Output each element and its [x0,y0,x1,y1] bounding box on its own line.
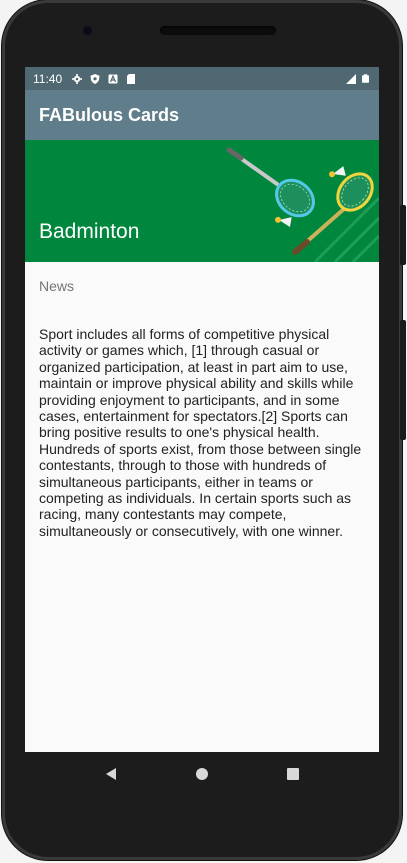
badminton-rackets-illustration [226,147,379,262]
card-content: News Sport includes all forms of competi… [25,262,379,539]
app-title: FABulous Cards [39,104,180,125]
front-camera [82,25,93,36]
home-icon [195,768,208,780]
article-body: Sport includes all forms of competitive … [39,326,362,539]
navigation-bar [25,752,379,796]
volume-button[interactable] [400,205,406,265]
app-bar: FABulous Cards [25,90,379,140]
sd-card-icon [127,73,136,84]
earpiece-speaker [160,26,276,35]
device-screen: 11:40 FABulous Cards Badminton News Spor… [25,67,379,752]
shield-icon [90,73,100,84]
status-bar: 11:40 [25,67,379,90]
back-icon [105,768,116,780]
battery-icon [362,74,369,83]
back-button[interactable] [99,762,123,786]
gear-icon [72,73,83,84]
recents-button[interactable] [281,762,305,786]
a-icon [108,73,118,83]
home-button[interactable] [190,762,214,786]
hero-title: Badminton [39,220,140,243]
recents-icon [287,768,300,780]
status-time: 11:40 [33,71,63,86]
signal-icon [346,73,356,84]
power-button[interactable] [400,320,406,440]
phone-frame: 11:40 FABulous Cards Badminton News Spor… [2,0,406,860]
section-label: News [39,278,75,294]
hero-banner: Badminton [25,140,379,262]
